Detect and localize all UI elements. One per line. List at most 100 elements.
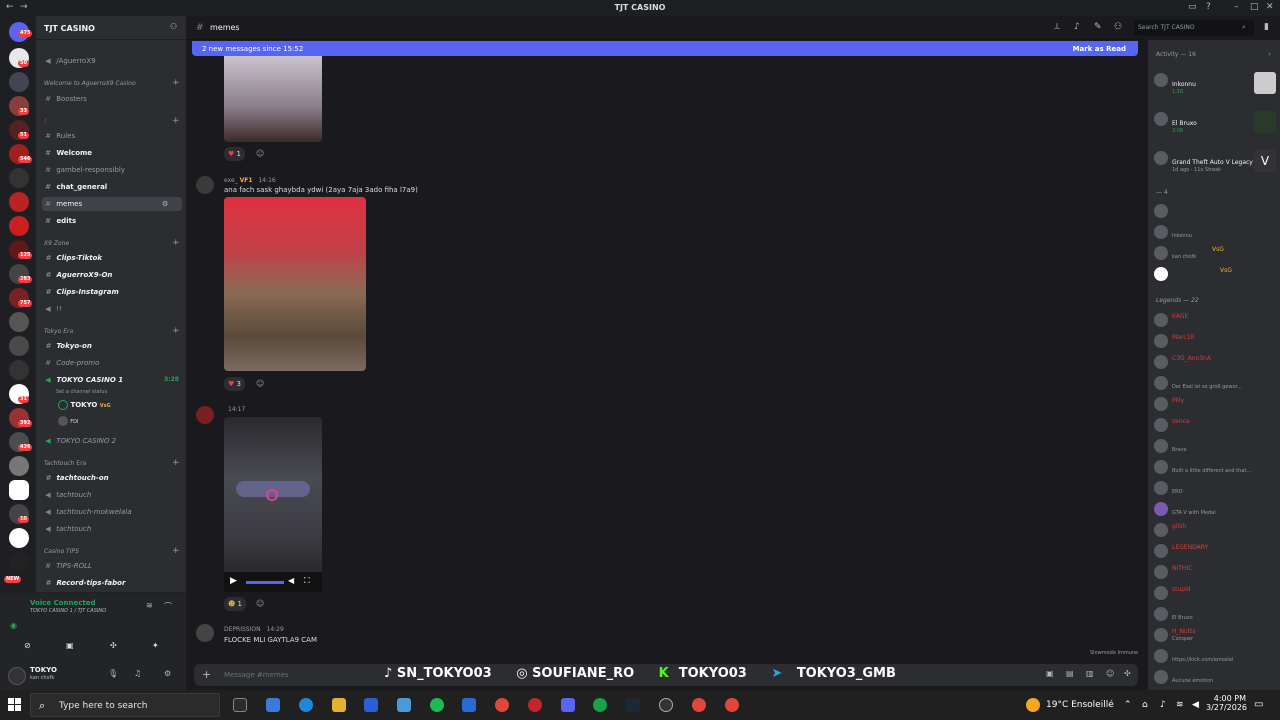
member-item[interactable]: VsG kan chofk — [1154, 245, 1278, 263]
add-channel-icon[interactable]: + — [172, 546, 180, 556]
camera-off-icon[interactable]: ⊘ — [24, 641, 38, 651]
soundboard-icon[interactable]: ✦ — [152, 641, 159, 650]
bell-icon[interactable]: ♪ — [1074, 22, 1080, 32]
sticker-icon[interactable]: ▥ — [1086, 669, 1094, 678]
server-icon[interactable] — [9, 72, 29, 92]
channel-aguerrox9[interactable]: ◀ /AguerroX9 — [42, 54, 182, 68]
channel-chat-general[interactable]: # chat_general — [42, 180, 182, 194]
channel-tachtouch-mokwelala[interactable]: ◀ tachtouch-mokwelala — [42, 505, 182, 519]
app-icon[interactable] — [593, 698, 607, 712]
steam-icon[interactable] — [626, 698, 640, 712]
add-channel-icon[interactable]: + — [172, 458, 180, 468]
member-item[interactable]: ERO — [1154, 480, 1278, 498]
member-item[interactable]: C3G_Ano3nA — [1154, 354, 1278, 372]
mic-icon[interactable]: 🎙 — [108, 669, 118, 678]
play-icon[interactable]: ▶ — [230, 576, 237, 586]
member-item[interactable]: H_Nutts Conquer — [1154, 627, 1278, 645]
gift-icon[interactable]: ▣ — [1046, 669, 1054, 678]
channel-gambel[interactable]: # gambel-responsibly — [42, 163, 182, 177]
category-welcome[interactable]: Welcome to AguerroX9 Casino — [44, 80, 136, 87]
volume-icon[interactable]: ◀ — [1192, 700, 1199, 710]
channel-tachtouch-on[interactable]: # tachtouch-on — [42, 471, 182, 485]
channel-memes[interactable]: # memes ⚙ — [42, 197, 182, 211]
member-item[interactable]: NITHIC — [1154, 564, 1278, 582]
server-icon[interactable] — [9, 168, 29, 188]
pin-icon[interactable]: ✎ — [1094, 22, 1102, 32]
chrome-icon[interactable] — [495, 698, 509, 712]
member-item[interactable]: https://kick.com/amoslal — [1154, 648, 1278, 666]
notifications-icon[interactable]: ▭ — [1254, 699, 1263, 710]
copilot-icon[interactable] — [266, 698, 280, 712]
clock[interactable]: 4:00 PM 3/27/2026 — [1206, 694, 1247, 712]
maximize-icon[interactable]: □ — [1250, 2, 1259, 12]
gif-icon[interactable]: ▤ — [1066, 669, 1074, 678]
activity-card[interactable]: Grand Theft Auto V Legacy 1d ago · 11x S… — [1154, 150, 1278, 173]
new-messages-bar[interactable]: 2 new messages since 15:52 Mark as Read — [192, 41, 1138, 56]
add-channel-icon[interactable]: + — [172, 238, 180, 248]
avatar[interactable] — [8, 667, 26, 685]
server-header[interactable]: TJT CASINO ⚇ — [36, 16, 186, 40]
member-item[interactable]: Brave — [1154, 438, 1278, 456]
progress-bar[interactable] — [246, 581, 284, 584]
close-icon[interactable]: ✕ — [1266, 2, 1274, 12]
mail-icon[interactable] — [462, 698, 476, 712]
apps-icon[interactable]: ✣ — [1124, 669, 1131, 678]
server-icon[interactable] — [9, 336, 29, 356]
windows-start-icon[interactable] — [8, 698, 22, 712]
threads-icon[interactable]: ⟂ — [1054, 22, 1060, 32]
chevron-right-icon[interactable]: › — [1268, 50, 1271, 58]
settings-icon[interactable]: ⚙ — [162, 197, 168, 211]
member-item[interactable]: Mily — [1154, 396, 1278, 414]
member-item[interactable]: Der Esel ist so groß gewor... — [1154, 375, 1278, 393]
reaction-emoji[interactable]: ☻ 1 — [224, 597, 247, 611]
member-item[interactable] — [1154, 203, 1278, 221]
add-channel-icon[interactable]: + — [172, 78, 180, 88]
inbox-icon[interactable]: ▭ — [1188, 2, 1197, 12]
app-icon[interactable] — [397, 698, 411, 712]
channel-tokyo-on[interactable]: # Tokyo-on — [42, 339, 182, 353]
channel-status[interactable]: Set a channel status — [56, 385, 196, 399]
weather-text[interactable]: 19°C Ensoleillé — [1046, 700, 1114, 710]
channel-tachtouch[interactable]: ◀ tachtouch — [42, 488, 182, 502]
server-icon[interactable] — [9, 192, 29, 212]
tray-chevron-icon[interactable]: ⌃ — [1124, 700, 1132, 710]
channel-tachtouch-2[interactable]: ◀ tachtouch — [42, 522, 182, 536]
add-reaction-icon[interactable]: ☺ — [256, 599, 264, 608]
spotify-icon[interactable] — [430, 698, 444, 712]
author-name[interactable]: exe_ — [224, 177, 238, 184]
member-item[interactable]: KAGE — [1154, 312, 1278, 330]
activities-icon[interactable]: ✣ — [110, 641, 117, 650]
add-reaction-icon[interactable]: ☺ — [256, 149, 264, 158]
file-explorer-icon[interactable] — [332, 698, 346, 712]
channel-welcome[interactable]: # Welcome — [42, 146, 182, 160]
reaction-heart[interactable]: ♥ 1 — [224, 147, 245, 161]
minimize-icon[interactable]: – — [1234, 2, 1239, 12]
network-icon[interactable]: ⌂ — [1142, 700, 1148, 710]
reaction-heart[interactable]: ♥ 3 — [224, 377, 245, 391]
inbox-icon[interactable]: ▮ — [1264, 22, 1269, 32]
activity-card[interactable]: El Bruxo 3:06 — [1154, 111, 1278, 134]
add-attachment-icon[interactable]: + — [202, 668, 211, 681]
channel-clips-instagram[interactable]: # Clips-Instagram — [42, 285, 182, 299]
volume-icon[interactable]: ◀ — [288, 576, 294, 585]
voice-user-tokyo[interactable]: TOKYO VsG — [58, 398, 178, 412]
channel-boosters[interactable]: # Boosters — [42, 92, 182, 106]
avatar[interactable] — [196, 624, 214, 642]
user-settings-icon[interactable]: ⚙ — [164, 669, 171, 678]
help-icon[interactable]: ? — [1206, 2, 1211, 12]
message-image[interactable] — [224, 56, 322, 142]
category-x9-zone[interactable]: X9 Zone — [44, 240, 69, 247]
avatar[interactable] — [196, 406, 214, 424]
voice-user-2[interactable]: FDI — [58, 414, 178, 428]
discord-icon[interactable] — [561, 698, 575, 712]
server-icon[interactable] — [9, 552, 29, 572]
category-bang[interactable]: ! — [44, 118, 46, 125]
members-icon[interactable]: ⚇ — [1114, 22, 1122, 32]
server-icon[interactable] — [9, 456, 29, 476]
search-input[interactable]: Search TJT CASINO ⌕ — [1134, 20, 1254, 36]
member-item[interactable]: GTA V with Medal — [1154, 501, 1278, 519]
avatar[interactable] — [196, 176, 214, 194]
member-item[interactable]: Built a little different and that... — [1154, 459, 1278, 477]
member-item[interactable]: LEGENDARY — [1154, 543, 1278, 561]
add-channel-icon[interactable]: + — [172, 326, 180, 336]
